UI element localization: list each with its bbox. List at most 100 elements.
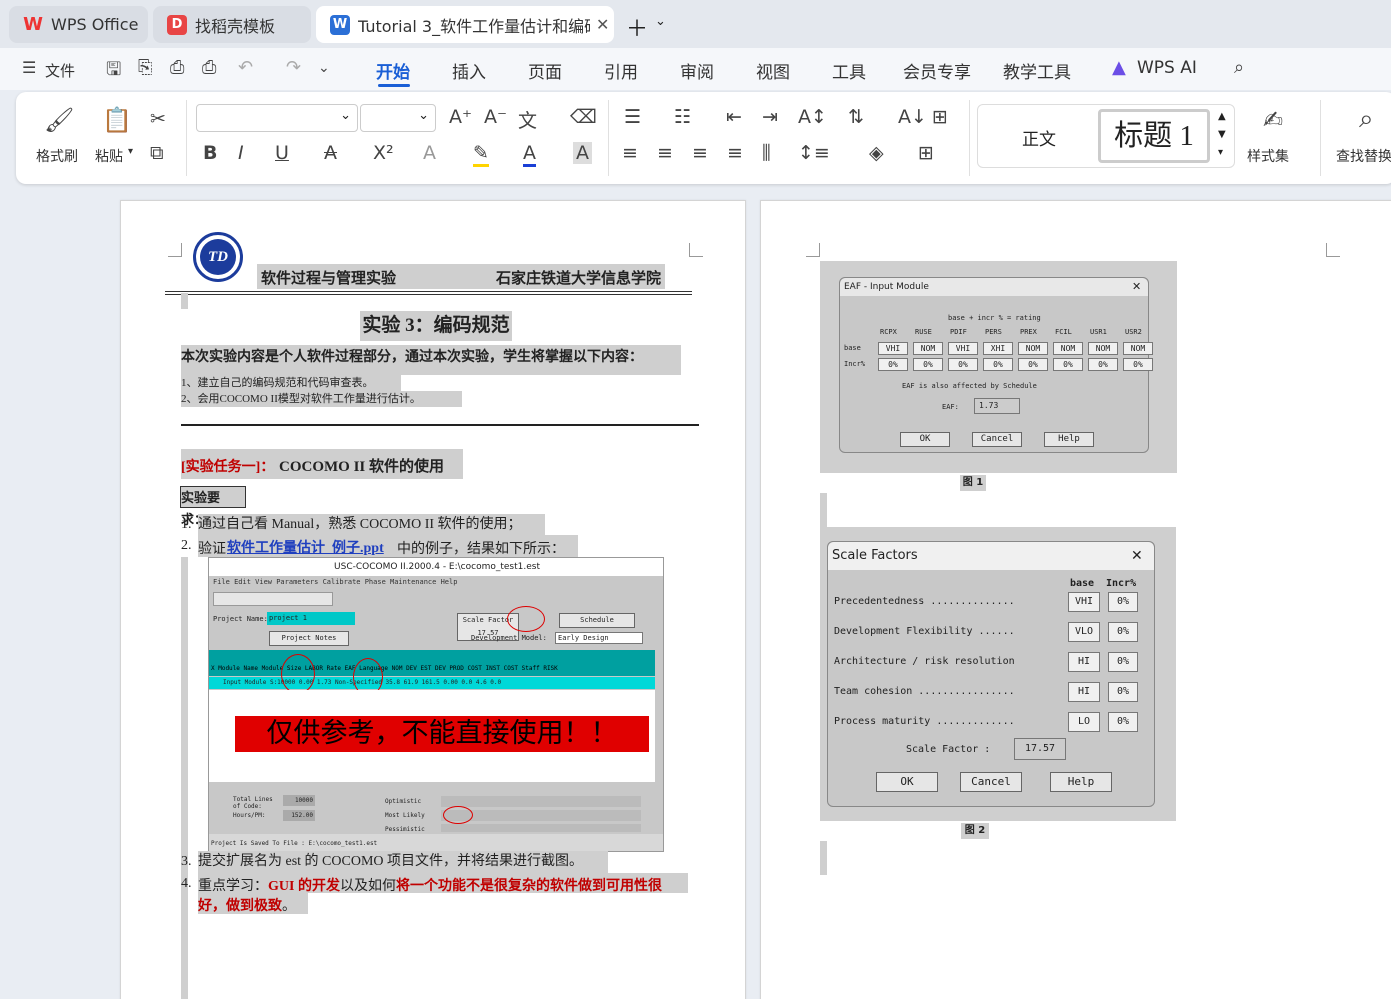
show-marks-icon[interactable]: ⊞ bbox=[932, 106, 948, 128]
eaf-base-cell: VHI bbox=[948, 342, 978, 355]
style-set-button[interactable]: 样式集 bbox=[1247, 146, 1289, 166]
underline-icon[interactable]: U bbox=[275, 142, 289, 164]
font-name-select[interactable]: ⌄ bbox=[196, 104, 358, 132]
hamburger-icon[interactable]: ☰ bbox=[22, 58, 36, 77]
align-left-icon[interactable]: ≡ bbox=[622, 142, 638, 164]
paste-dropdown-icon[interactable]: ▾ bbox=[128, 146, 133, 157]
list-item-1: 通过自己看 Manual，熟悉 COCOMO II 软件的使用； bbox=[198, 514, 545, 535]
docer-icon: D bbox=[167, 14, 187, 35]
figure-2-caption: 图 2 bbox=[961, 823, 989, 839]
italic-icon[interactable]: I bbox=[238, 142, 244, 164]
tab-document[interactable]: W Tutorial 3_软件工作量估计和编码 ✕ bbox=[316, 6, 614, 43]
menu-file[interactable]: 文件 bbox=[45, 60, 75, 81]
text-direction-icon[interactable]: A↕ bbox=[798, 106, 827, 128]
strikethrough-icon[interactable]: A bbox=[324, 142, 337, 164]
font-color-icon[interactable]: A bbox=[523, 142, 536, 167]
font-size-select[interactable]: ⌄ bbox=[360, 104, 436, 132]
menu-teaching[interactable]: 教学工具 bbox=[1003, 58, 1071, 83]
superscript-icon[interactable]: X² bbox=[373, 142, 394, 164]
list-item-2a: 验证 bbox=[198, 542, 226, 557]
close-icon: ✕ bbox=[1131, 548, 1143, 564]
menu-reference[interactable]: 引用 bbox=[604, 58, 638, 83]
redo-icon[interactable]: ↷ bbox=[286, 57, 301, 78]
doc-item-1: 1、建立自己的编码规范和代码审查表。 bbox=[181, 375, 401, 391]
ppt-link[interactable]: 软件工作量估计_例子.ppt bbox=[227, 537, 384, 557]
highlight-icon[interactable]: ✎ bbox=[473, 142, 489, 167]
cocomo-status-bar: Project Is Saved To File : E:\cocomo_tes… bbox=[209, 834, 663, 851]
format-painter-button[interactable]: 格式刷 bbox=[36, 146, 78, 166]
line-spacing-icon[interactable]: ↕≡ bbox=[798, 142, 830, 164]
eaf-value: 1.73 bbox=[974, 398, 1020, 414]
sf-row-label: Team cohesion ................ bbox=[834, 686, 1015, 697]
bold-icon[interactable]: B bbox=[203, 142, 217, 164]
align-center-icon[interactable]: ≡ bbox=[657, 142, 673, 164]
eaf-col-header: RUSE bbox=[915, 328, 932, 336]
menu-view[interactable]: 视图 bbox=[756, 58, 790, 83]
align-right-icon[interactable]: ≡ bbox=[692, 142, 708, 164]
tab-template[interactable]: D 找稻壳模板 bbox=[153, 6, 311, 43]
menu-page[interactable]: 页面 bbox=[528, 58, 562, 83]
menu-insert[interactable]: 插入 bbox=[452, 58, 486, 83]
char-shading-icon[interactable]: A bbox=[573, 142, 592, 164]
copy-icon[interactable]: ⧉ bbox=[150, 142, 164, 164]
export-icon[interactable]: ⎘ bbox=[138, 57, 152, 78]
increase-indent-icon[interactable]: ⇥ bbox=[762, 106, 778, 128]
gallery-expand-icon[interactable]: ▾ bbox=[1218, 147, 1223, 158]
shading-icon[interactable]: ◈ bbox=[869, 142, 884, 164]
close-icon[interactable]: ✕ bbox=[596, 15, 609, 34]
paste-icon[interactable]: 📋 bbox=[102, 106, 132, 134]
undo-icon[interactable]: ↶ bbox=[238, 57, 253, 78]
cut-icon[interactable]: ✂ bbox=[150, 108, 166, 130]
cocomo-est-pessimistic: Pessimistic bbox=[385, 826, 425, 833]
gallery-scroll-down-icon[interactable]: ▼ bbox=[1218, 129, 1226, 140]
style-normal[interactable]: 正文 bbox=[1022, 125, 1056, 150]
wps-ai-icon[interactable]: ▲ bbox=[1112, 57, 1126, 78]
bullet-list-icon[interactable]: ☰ bbox=[624, 106, 641, 128]
format-painter-icon[interactable]: 🖌 bbox=[44, 106, 74, 134]
menu-member[interactable]: 会员专享 bbox=[903, 58, 971, 83]
eaf-col-header: PERS bbox=[985, 328, 1002, 336]
eaf-col-header: RCPX bbox=[880, 328, 897, 336]
border-icon[interactable]: ⊞ bbox=[918, 142, 934, 164]
text-effect-icon[interactable]: A bbox=[423, 142, 436, 164]
numbered-list-icon[interactable]: ☷ bbox=[674, 106, 691, 128]
doc-item-2: 2、会用COCOMO II模型对软件工作量进行估计。 bbox=[181, 391, 462, 407]
paste-button[interactable]: 粘贴 bbox=[95, 146, 123, 166]
style-heading-1[interactable]: 标题 1 bbox=[1098, 109, 1210, 163]
eaf-formula: base + incr % = rating bbox=[948, 314, 1041, 322]
tab-wps-office[interactable]: W WPS Office bbox=[9, 6, 148, 43]
font-decrease-icon[interactable]: A⁻ bbox=[484, 106, 507, 128]
more-icon[interactable]: ⌄ bbox=[318, 60, 330, 76]
clear-format-icon[interactable]: ⌫ bbox=[570, 106, 597, 128]
corner-mark bbox=[168, 243, 182, 257]
menu-review[interactable]: 审阅 bbox=[680, 58, 714, 83]
distribute-icon[interactable]: ⫼ bbox=[762, 142, 771, 164]
menu-tools[interactable]: 工具 bbox=[832, 58, 866, 83]
list-item-2b: 中的例子，结果如下所示： bbox=[397, 542, 565, 557]
sort-icon[interactable]: ⇅ bbox=[848, 106, 864, 128]
find-replace-icon[interactable]: ⌕ bbox=[1359, 104, 1374, 135]
eaf-title: EAF - Input Module bbox=[840, 278, 1148, 296]
save-icon[interactable]: 🖫 bbox=[106, 57, 121, 87]
search-icon[interactable]: ⌕ bbox=[1234, 57, 1244, 78]
sort-az-icon[interactable]: A↓ bbox=[898, 106, 927, 128]
word-doc-icon: W bbox=[330, 14, 350, 35]
find-replace-button[interactable]: 查找替换 bbox=[1336, 146, 1391, 166]
style-set-icon[interactable]: ✍ bbox=[1263, 106, 1283, 134]
justify-icon[interactable]: ≡ bbox=[727, 142, 743, 164]
gallery-scroll-up-icon[interactable]: ▲ bbox=[1218, 111, 1226, 122]
list-item-4: 重点学习：GUI 的开发以及如何将一个功能不是很复杂的软件做到可用性很 bbox=[198, 875, 662, 895]
new-tab-icon[interactable]: ＋ bbox=[626, 11, 648, 43]
corner-mark bbox=[689, 243, 703, 257]
eaf-row-incr: Incr% bbox=[844, 360, 866, 368]
print-icon[interactable]: ⎙ bbox=[170, 57, 184, 78]
decrease-indent-icon[interactable]: ⇤ bbox=[726, 106, 742, 128]
menu-home[interactable]: 开始 bbox=[376, 58, 410, 83]
menu-wps-ai[interactable]: WPS AI bbox=[1137, 58, 1197, 78]
chevron-down-icon[interactable]: ⌄ bbox=[655, 14, 666, 29]
eaf-incr-cell: 0% bbox=[948, 358, 978, 371]
header-right: 石家庄铁道大学信息学院 bbox=[496, 271, 662, 287]
font-increase-icon[interactable]: A⁺ bbox=[449, 106, 472, 128]
phonetic-icon[interactable]: 文 bbox=[518, 106, 537, 133]
print-preview-icon[interactable]: ⎙ bbox=[202, 57, 216, 78]
